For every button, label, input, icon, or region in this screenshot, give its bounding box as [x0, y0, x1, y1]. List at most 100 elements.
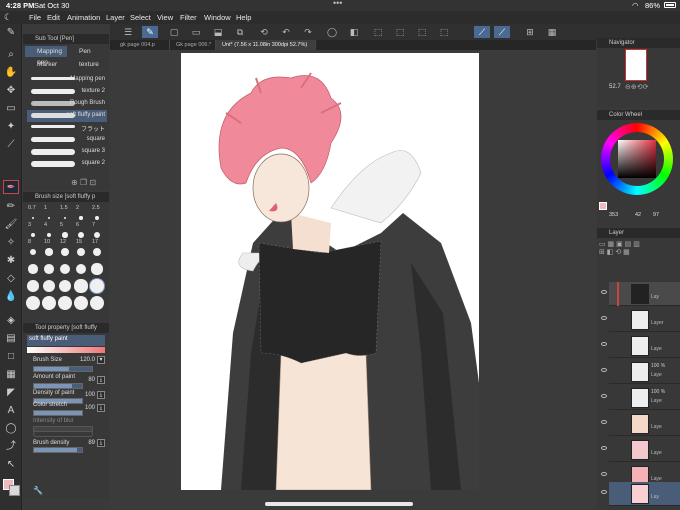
menu-window[interactable]: Window [204, 13, 231, 22]
brush-size-dot[interactable] [30, 232, 36, 238]
settings-wrench-icon[interactable]: 🔧 [33, 486, 43, 495]
pressure-icon[interactable]: ⤓ [97, 404, 105, 412]
deselect-icon[interactable]: ⬚ [392, 26, 408, 38]
brush-item[interactable]: square 3 [27, 146, 107, 158]
decoration-icon[interactable]: ✱ [3, 254, 19, 268]
drawing-canvas[interactable] [181, 53, 479, 490]
layer-row[interactable]: Laye [601, 438, 680, 462]
layer-row-selected[interactable]: Lay [601, 482, 680, 506]
eyedropper-icon[interactable]: ⟋ [3, 138, 19, 152]
brush-size-slider[interactable] [33, 366, 93, 372]
fill-icon[interactable]: ◧ [346, 26, 362, 38]
brush-item[interactable]: Mapping pen [27, 74, 107, 86]
pressure-icon[interactable]: ⤓ [97, 391, 105, 399]
brush-size-dot[interactable] [45, 248, 53, 256]
undo-icon[interactable]: ↶ [278, 26, 294, 38]
brush-size-dot[interactable] [93, 231, 101, 239]
brush-size-dot[interactable] [28, 264, 38, 274]
invert-selection-icon[interactable]: ⬚ [414, 26, 430, 38]
ruler-icon[interactable]: ◤ [3, 386, 19, 400]
brush-tool-icon[interactable]: ✎ [3, 26, 19, 40]
subtool-footer-icons[interactable]: ⊕ ❐ ⊡ [71, 178, 96, 187]
brush-size-dot[interactable] [62, 232, 68, 238]
pressure-icon[interactable]: ⤓ [97, 376, 105, 384]
text-tool-icon[interactable]: A [3, 404, 19, 418]
special-ruler-snap-icon[interactable]: ⟋ [494, 26, 510, 38]
visibility-eye-icon[interactable] [601, 420, 607, 424]
color-stretch-slider[interactable] [33, 410, 83, 416]
brush-size-dot[interactable] [74, 296, 88, 310]
correct-line-icon[interactable]: ⤴ [3, 440, 19, 454]
brush-size-dot[interactable] [59, 263, 71, 275]
transparency-icon[interactable]: ▦ [544, 26, 560, 38]
visibility-eye-icon[interactable] [601, 490, 607, 494]
crop-icon[interactable]: ⬚ [436, 26, 452, 38]
redo-icon[interactable]: ↷ [300, 26, 316, 38]
brush-item[interactable]: フラット [27, 122, 107, 134]
visibility-eye-icon[interactable] [601, 472, 607, 476]
layer-row[interactable]: Laye [601, 412, 680, 436]
brush-size-dot[interactable] [90, 296, 104, 310]
blend-icon[interactable]: 💧 [3, 290, 19, 304]
eraser-icon[interactable]: ◇ [3, 272, 19, 286]
pencil-tool-icon[interactable]: ✏ [3, 200, 19, 214]
frame-icon[interactable]: ▦ [3, 368, 19, 382]
export-icon[interactable]: ⧉ [232, 26, 248, 38]
navigator-controls-icon[interactable]: ⊖⊕⟲⟳ [625, 83, 648, 91]
visibility-eye-icon[interactable] [601, 446, 607, 450]
clear-icon[interactable]: ◯ [324, 26, 340, 38]
brush-size-dot[interactable] [47, 216, 51, 220]
brush-size-dot[interactable] [27, 280, 39, 292]
menu-help[interactable]: Help [236, 13, 251, 22]
brush-size-dot[interactable] [63, 216, 67, 220]
layer-property-icons[interactable]: ▭ ▦ ▣ ▤ ▥ ⊞ ◧ ⟲ ▦ [599, 240, 679, 270]
menu-select[interactable]: Select [130, 13, 151, 22]
magic-wand-icon[interactable]: ✦ [3, 120, 19, 134]
visibility-eye-icon[interactable] [601, 342, 607, 346]
balloon-icon[interactable]: ◯ [3, 422, 19, 436]
menu-animation[interactable]: Animation [67, 13, 100, 22]
brush-size-dot[interactable] [58, 296, 72, 310]
new-file-icon[interactable]: ▢ [166, 26, 182, 38]
brush-item[interactable]: square 2 [27, 158, 107, 170]
tab-pen[interactable]: Pen [67, 46, 107, 57]
visibility-eye-icon[interactable] [601, 368, 607, 372]
saturation-square[interactable] [618, 140, 656, 178]
brush-size-dot[interactable] [32, 217, 34, 219]
open-file-icon[interactable]: ▭ [188, 26, 204, 38]
brush-size-dot[interactable] [58, 279, 72, 293]
gradient-icon[interactable]: ▤ [3, 332, 19, 346]
brush-density-slider[interactable] [33, 447, 83, 453]
brush-size-dot[interactable] [95, 216, 99, 220]
dropdown-icon[interactable]: ▾ [97, 356, 105, 364]
hamburger-menu-icon[interactable]: ☰ [120, 26, 136, 38]
zoom-tool-icon[interactable]: ⌕ [3, 48, 19, 62]
pen-tool-icon[interactable]: ✒ [3, 180, 19, 194]
brush-item[interactable]: square [27, 134, 107, 146]
brush-size-dot[interactable] [75, 263, 87, 275]
layer-row[interactable]: 100 % Laye [601, 386, 680, 410]
brush-item-selected[interactable]: soft fluffy paint [27, 110, 107, 122]
doc-tab[interactable]: gk page 004.p [114, 40, 170, 50]
menu-file[interactable]: File [29, 13, 41, 22]
brush-size-dot[interactable] [29, 248, 37, 256]
main-color-chip[interactable] [599, 202, 607, 210]
sub-color-swatch[interactable] [9, 485, 20, 496]
visibility-eye-icon[interactable] [601, 394, 607, 398]
menu-filter[interactable]: Filter [180, 13, 197, 22]
figure-icon[interactable]: □ [3, 350, 19, 364]
layer-row[interactable]: 100 % Laye [601, 360, 680, 384]
menu-view[interactable]: View [157, 13, 173, 22]
select-rect-icon[interactable]: ▭ [3, 102, 19, 116]
brush-size-dot[interactable] [92, 247, 102, 257]
doc-tab[interactable]: Gk page 006.* [170, 40, 216, 50]
menu-edit[interactable]: Edit [47, 13, 60, 22]
brush-size-dot[interactable] [46, 232, 52, 238]
brush-item[interactable]: texture 2 [27, 86, 107, 98]
brush-size-dot[interactable] [42, 296, 56, 310]
brush-size-dot[interactable] [79, 216, 83, 220]
ruler-snap-icon[interactable]: ⟋ [474, 26, 490, 38]
brush-size-dot[interactable] [42, 279, 56, 293]
tab-mapping-pen[interactable]: Mapping pen [25, 46, 67, 66]
doc-tab-active[interactable]: Unt* (7.56 x 11.08in 300dpi 52.7%) [216, 40, 316, 50]
